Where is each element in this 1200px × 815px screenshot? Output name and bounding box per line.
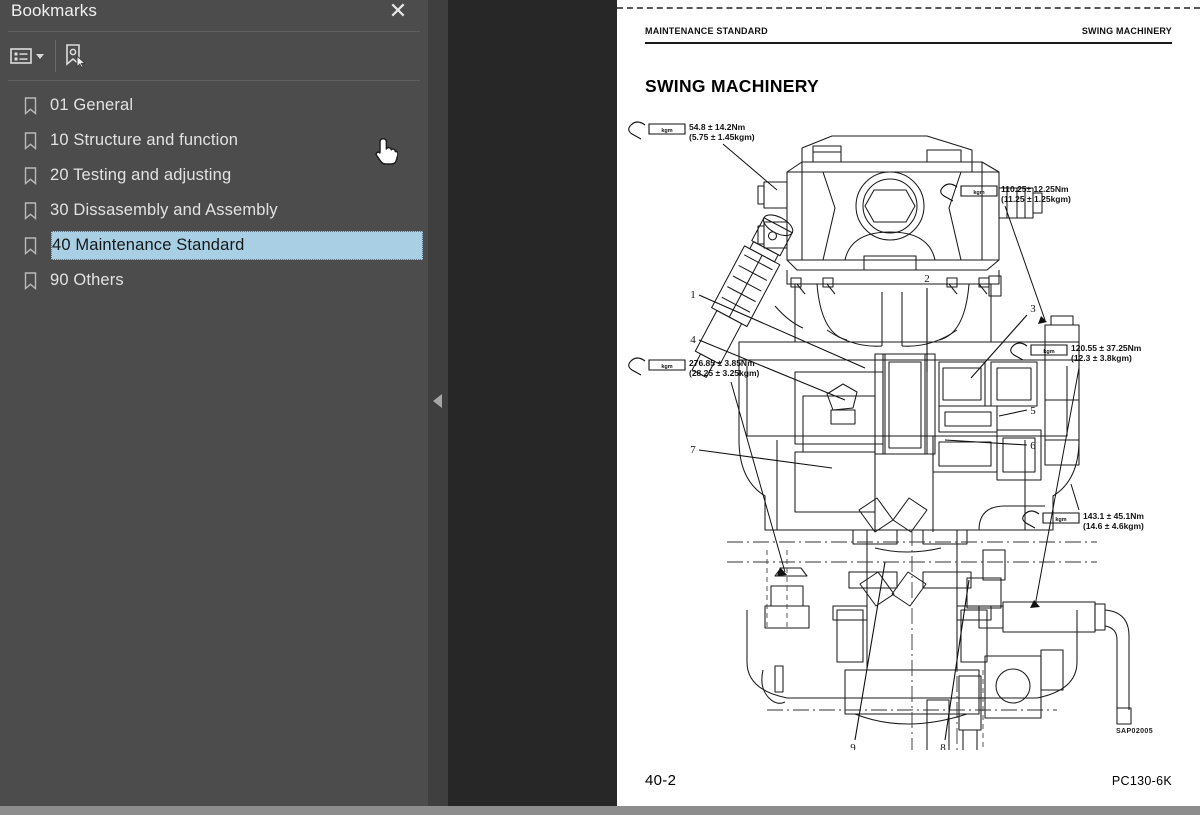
bookmark-item-label: 01 General: [50, 96, 134, 114]
bookmarks-panel-title: Bookmarks: [11, 1, 97, 20]
item-number-3: 3: [1030, 303, 1036, 315]
svg-text:(14.6 ± 4.6kgm): (14.6 ± 4.6kgm): [1083, 521, 1144, 531]
svg-text:kgm: kgm: [1055, 517, 1066, 523]
item-number-8: 8: [940, 742, 946, 750]
item-number-6: 6: [1030, 440, 1036, 452]
bookmark-item-40-maintenance-standard[interactable]: 40 Maintenance Standard: [0, 228, 428, 263]
page-title: SWING MACHINERY: [645, 76, 819, 96]
svg-text:(11.25 ± 1.25kgm): (11.25 ± 1.25kgm): [1001, 194, 1071, 204]
window-bottom-strip: [0, 806, 1200, 815]
list-options-icon[interactable]: [10, 41, 52, 71]
bookmark-item-label: 20 Testing and adjusting: [50, 166, 232, 184]
close-icon[interactable]: ✕: [385, 0, 411, 24]
svg-text:(28.25 ± 3.25kgm): (28.25 ± 3.25kgm): [689, 368, 760, 378]
bookmark-icon: [24, 166, 50, 185]
bookmark-icon: [24, 131, 50, 150]
svg-text:120.55 ± 37.25Nm: 120.55 ± 37.25Nm: [1071, 343, 1142, 353]
svg-text:kgm: kgm: [661, 364, 672, 370]
svg-text:kgm: kgm: [973, 190, 984, 196]
item-number-4: 4: [690, 334, 696, 346]
swing-machinery-figure: 1 4 7 2 3 5 6 9 8 kgm 54.8 ± 14.2Nm (5.7…: [627, 110, 1192, 750]
bookmark-item-10-structure-and-function[interactable]: 10 Structure and function: [0, 123, 428, 158]
torque-callout-5: kgm 143.1 ± 45.1Nm (14.6 ± 4.6kgm): [1022, 483, 1144, 531]
torque-callout-2: kgm 110.25± 12.25Nm (11.25 ± 1.25kgm): [940, 183, 1071, 324]
item-number-7: 7: [690, 444, 696, 456]
svg-text:110.25± 12.25Nm: 110.25± 12.25Nm: [1001, 184, 1069, 194]
svg-text:(5.75 ± 1.45kgm): (5.75 ± 1.45kgm): [689, 132, 755, 142]
running-head: MAINTENANCE STANDARD SWING MACHINERY: [645, 26, 1172, 44]
bookmark-icon: [24, 201, 50, 220]
svg-text:54.8 ± 14.2Nm: 54.8 ± 14.2Nm: [689, 122, 746, 132]
pdf-page: MAINTENANCE STANDARD SWING MACHINERY SWI…: [617, 0, 1200, 806]
item-number-1: 1: [690, 289, 696, 301]
torque-callout-1: kgm 54.8 ± 14.2Nm (5.75 ± 1.45kgm): [628, 121, 778, 191]
bookmark-icon: [24, 96, 50, 115]
torque-callout-4: kgm 276.85 ± 3.85Nm (28.25 ± 3.25kgm): [628, 357, 787, 576]
bookmarks-toolbar: [0, 32, 428, 80]
bookmark-icon: [24, 271, 50, 290]
item-number-9: 9: [850, 742, 856, 750]
toolbar-divider: [8, 80, 420, 81]
bookmark-item-30-dissasembly-and-assembly[interactable]: 30 Dissasembly and Assembly: [0, 193, 428, 228]
bookmark-item-label: 30 Dissasembly and Assembly: [50, 201, 278, 219]
bookmark-item-label: 90 Others: [50, 271, 124, 289]
bookmark-item-90-others[interactable]: 90 Others: [0, 263, 428, 298]
running-head-left: MAINTENANCE STANDARD: [645, 26, 768, 36]
chevron-down-icon: [36, 53, 44, 59]
svg-text:143.1 ± 45.1Nm: 143.1 ± 45.1Nm: [1083, 511, 1144, 521]
toolbar-separator: [55, 40, 56, 72]
bookmark-item-label: 40 Maintenance Standard: [52, 236, 245, 254]
find-current-bookmark-icon[interactable]: [62, 41, 96, 71]
torque-callout-3: kgm 120.55 ± 37.25Nm (12.3 ± 3.8kgm): [1010, 342, 1142, 608]
bookmark-item-label: 10 Structure and function: [50, 131, 239, 149]
page-number: 40-2: [645, 772, 677, 789]
item-number-2: 2: [924, 273, 930, 285]
panel-splitter[interactable]: [428, 0, 448, 806]
bookmark-list: 01 General 10 Structure and function 20 …: [0, 88, 428, 298]
running-head-right: SWING MACHINERY: [1081, 26, 1172, 36]
page-top-cut-line: [617, 7, 1200, 9]
figure-drawing-id: SAP02005: [1115, 728, 1153, 735]
item-number-5: 5: [1030, 405, 1036, 417]
bookmark-item-01-general[interactable]: 01 General: [0, 88, 428, 123]
bookmark-icon: [24, 236, 50, 255]
svg-text:(12.3 ± 3.8kgm): (12.3 ± 3.8kgm): [1071, 353, 1132, 363]
model-number: PC130-6K: [1111, 774, 1172, 788]
bookmark-item-20-testing-and-adjusting[interactable]: 20 Testing and adjusting: [0, 158, 428, 193]
collapse-left-arrow-icon[interactable]: [433, 394, 442, 408]
svg-text:kgm: kgm: [1043, 349, 1054, 355]
bookmarks-panel-header: Bookmarks ✕: [0, 0, 428, 31]
bookmarks-panel: Bookmarks ✕ 01 General 10 Structure and …: [0, 0, 428, 806]
svg-text:276.85 ± 3.85Nm: 276.85 ± 3.85Nm: [689, 358, 755, 368]
svg-text:kgm: kgm: [661, 128, 672, 134]
